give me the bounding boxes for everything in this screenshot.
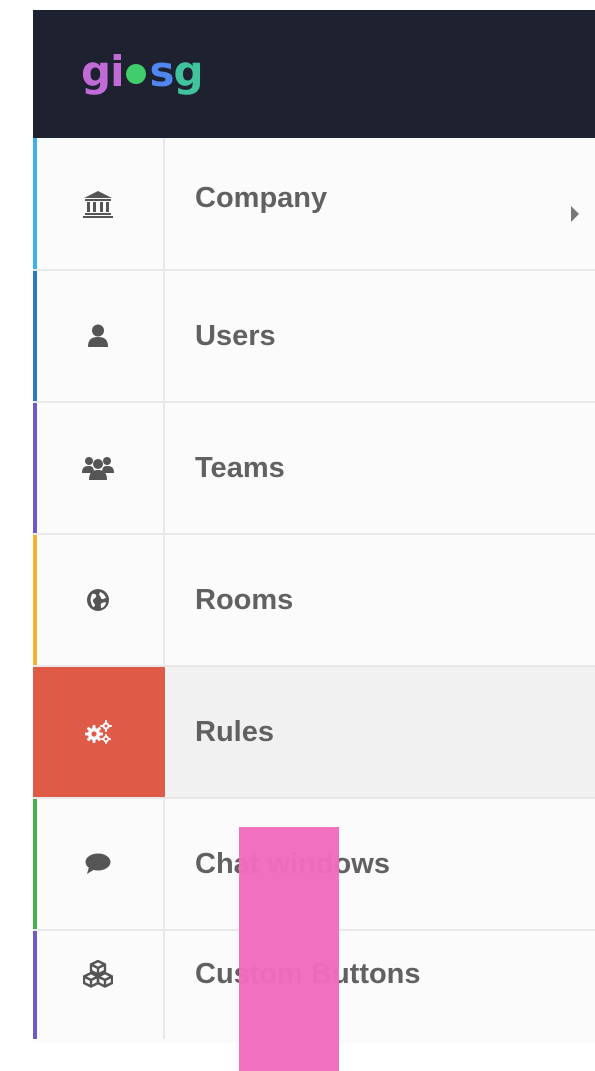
accent-bar [33,271,37,401]
header-bar: gi sg [33,10,595,138]
sidebar-item-label: Company [165,138,595,269]
icon-cell [33,403,165,533]
company-label: Company [195,182,328,214]
sidebar-item-label: Rules [165,667,595,797]
accent-bar [33,667,37,797]
logo-text-sg: sg [149,46,203,96]
sidebar-item-label: Rooms [165,535,595,665]
icon-cell [33,931,165,1039]
users-label: Users [195,319,276,352]
rules-label: Rules [195,715,274,748]
sidebar-item-company[interactable]: Company [33,138,595,271]
icon-cell [33,667,165,797]
accent-bar [33,535,37,665]
logo-dot [126,63,147,84]
sidebar-item-label: Chat windows [165,799,595,929]
sidebar-item-rules[interactable]: Rules [33,667,595,799]
icon-cell [33,138,165,269]
cubes-icon [83,960,113,988]
user-icon [88,324,108,347]
giosg-logo[interactable]: gi sg [81,46,204,96]
chevron-right-icon [571,205,579,222]
sidebar-item-rooms[interactable]: Rooms [33,535,595,667]
rooms-label: Rooms [195,583,294,616]
accent-bar [33,799,37,929]
comment-icon [85,853,111,874]
icon-cell [33,535,165,665]
sidebar-item-label: Teams [165,403,595,533]
sidebar-item-users[interactable]: Users [33,271,595,403]
accent-bar [33,403,37,533]
icon-cell [33,271,165,401]
sidebar-item-label: Custom Buttons [165,931,595,1039]
sidebar-item-label: Users [165,271,595,401]
users-icon [82,457,114,480]
bank-icon [83,190,113,218]
sidebar-item-teams[interactable]: Teams [33,403,595,535]
accent-bar [33,931,37,1039]
globe-icon [87,589,109,611]
pink-overlay-block [239,827,339,1071]
gears-icon [85,720,112,744]
accent-bar [33,138,37,269]
logo-text-gi: gi [81,46,124,96]
icon-cell [33,799,165,929]
teams-label: Teams [195,451,285,484]
